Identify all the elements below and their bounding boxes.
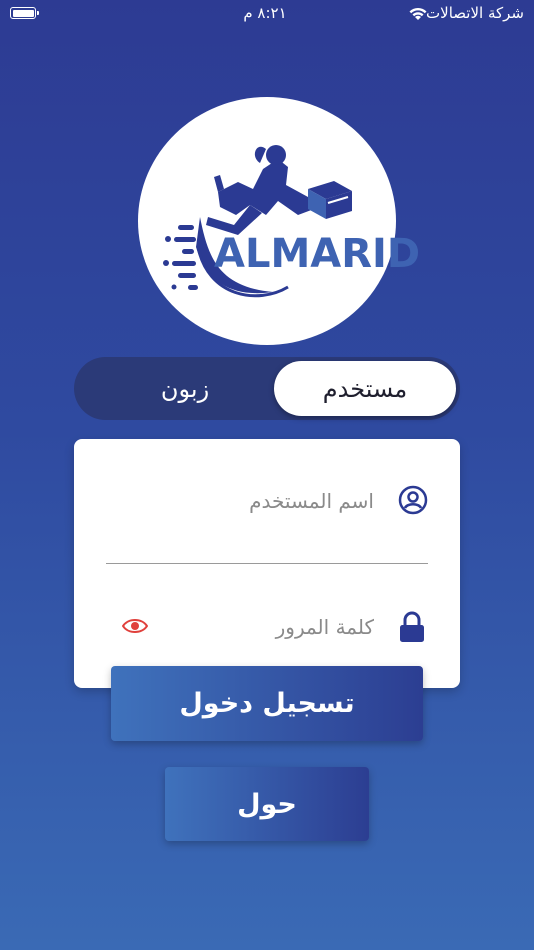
status-bar: ٨:٢١ م شركة الاتصالات [0,0,534,30]
status-time: ٨:٢١ م [243,4,287,22]
user-icon [398,485,428,515]
eye-icon[interactable] [122,617,148,635]
logo-text: ALMARID [214,231,421,277]
username-field [106,475,428,527]
toggle-user[interactable]: مستخدم [274,361,456,416]
login-button[interactable]: تسجيل دخول [111,666,423,741]
app-logo: ALMARID [138,97,420,345]
wifi-icon [409,7,427,20]
toggle-customer[interactable]: زبون [94,361,276,416]
user-type-toggle[interactable]: زبون مستخدم [74,357,460,420]
carrier-name: شركة الاتصالات [426,4,524,22]
delivery-runner-logo [163,145,352,298]
battery-icon [10,7,39,19]
login-card [74,439,460,688]
password-input[interactable] [132,601,376,653]
password-field [106,601,428,653]
field-divider [106,563,428,564]
username-input[interactable] [132,475,376,527]
lock-icon [400,611,424,642]
about-button[interactable]: حول [165,767,369,841]
